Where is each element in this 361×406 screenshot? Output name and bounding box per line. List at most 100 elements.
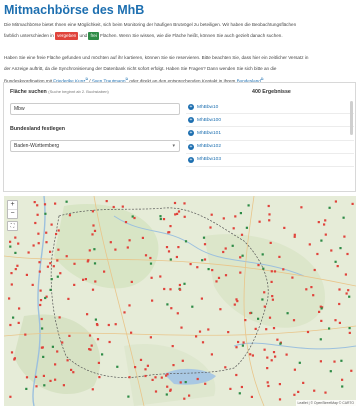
map-plot-marker[interactable] — [165, 246, 169, 249]
map-plot-marker[interactable] — [92, 224, 95, 227]
map-plot-marker[interactable] — [203, 243, 207, 246]
map-plot-marker[interactable] — [154, 390, 158, 393]
map-plot-marker[interactable] — [38, 270, 41, 273]
map-plot-marker[interactable] — [266, 367, 269, 370]
map-plot-marker[interactable] — [91, 210, 94, 213]
map-plot-marker[interactable] — [328, 206, 331, 209]
map-plot-marker[interactable] — [172, 364, 175, 367]
map-plot-marker[interactable] — [151, 299, 154, 302]
map-plot-marker[interactable] — [9, 245, 12, 248]
map-plot-marker[interactable] — [178, 283, 181, 287]
map-plot-marker[interactable] — [175, 255, 178, 259]
map-plot-marker[interactable] — [334, 319, 337, 322]
map-plot-marker[interactable] — [222, 250, 225, 254]
map-plot-marker[interactable] — [268, 219, 271, 222]
map-plot-marker[interactable] — [324, 391, 327, 394]
zoom-in-button[interactable]: + — [8, 201, 17, 210]
map-plot-marker[interactable] — [282, 268, 285, 271]
map-plot-marker[interactable] — [88, 249, 91, 252]
map-plot-marker[interactable] — [91, 288, 95, 291]
map-plot-marker[interactable] — [41, 327, 44, 330]
map-plot-marker[interactable] — [239, 271, 242, 274]
map-plot-marker[interactable] — [45, 231, 48, 234]
map-plot-marker[interactable] — [9, 240, 12, 243]
map-plot-marker[interactable] — [200, 297, 203, 300]
map-plot-marker[interactable] — [91, 388, 94, 391]
map-plot-marker[interactable] — [171, 345, 174, 348]
map-plot-marker[interactable] — [181, 359, 184, 362]
map-plot-marker[interactable] — [183, 282, 186, 285]
map-plot-marker[interactable] — [167, 250, 171, 253]
map-plot-marker[interactable] — [141, 236, 144, 239]
map-plot-marker[interactable] — [261, 298, 264, 301]
map-plot-marker[interactable] — [39, 299, 43, 302]
map-plot-marker[interactable] — [116, 365, 119, 368]
map-plot-marker[interactable] — [37, 232, 40, 235]
map-plot-marker[interactable] — [324, 233, 327, 236]
map-plot-marker[interactable] — [105, 200, 108, 203]
map-plot-marker[interactable] — [59, 272, 62, 275]
map-plot-marker[interactable] — [43, 384, 46, 387]
map-plot-marker[interactable] — [271, 298, 274, 301]
map-plot-marker[interactable] — [162, 218, 166, 221]
map-plot-marker[interactable] — [56, 275, 59, 278]
map-plot-marker[interactable] — [339, 247, 342, 250]
map-plot-marker[interactable] — [237, 340, 240, 344]
map-plot-marker[interactable] — [348, 327, 351, 330]
map-plot-marker[interactable] — [61, 341, 64, 344]
map-plot-marker[interactable] — [341, 385, 344, 388]
map-plot-marker[interactable] — [66, 359, 69, 362]
map-plot-marker[interactable] — [267, 204, 270, 208]
map-plot-marker[interactable] — [348, 295, 351, 298]
map-plot-marker[interactable] — [328, 327, 331, 330]
map-plot-marker[interactable] — [90, 344, 93, 347]
list-item[interactable]: + MhBbw102 — [186, 141, 354, 154]
map-plot-marker[interactable] — [72, 371, 75, 374]
map-plot-marker[interactable] — [179, 288, 182, 291]
map-plot-marker[interactable] — [344, 273, 347, 276]
map-plot-marker[interactable] — [159, 275, 162, 278]
map-plot-marker[interactable] — [257, 264, 260, 267]
map-plot-marker[interactable] — [176, 212, 179, 215]
map-plot-marker[interactable] — [215, 280, 218, 283]
map-plot-marker[interactable] — [39, 289, 42, 292]
map-plot-marker[interactable] — [278, 255, 281, 258]
map-plot-marker[interactable] — [272, 327, 276, 330]
map-plot-marker[interactable] — [317, 221, 320, 224]
map-plot-marker[interactable] — [278, 383, 281, 386]
map-plot-marker[interactable] — [222, 217, 225, 220]
map-plot-marker[interactable] — [320, 239, 323, 242]
map-plot-marker[interactable] — [250, 395, 253, 398]
map-plot-marker[interactable] — [241, 344, 244, 347]
map-plot-marker[interactable] — [173, 201, 177, 205]
map-plot-marker[interactable] — [96, 323, 99, 327]
map-plot-marker[interactable] — [342, 216, 345, 219]
map-plot-marker[interactable] — [42, 355, 45, 358]
map-plot-marker[interactable] — [93, 262, 97, 265]
map-plot-marker[interactable] — [25, 387, 28, 390]
map-plot-marker[interactable] — [149, 336, 152, 339]
map-plot-marker[interactable] — [130, 331, 133, 334]
map-plot-marker[interactable] — [151, 378, 154, 381]
map-plot-marker[interactable] — [323, 223, 326, 226]
map-plot-marker[interactable] — [73, 283, 76, 286]
map-plot-marker[interactable] — [346, 252, 349, 256]
map-plot-marker[interactable] — [338, 288, 341, 291]
map-plot-marker[interactable] — [235, 346, 238, 349]
map-plot-marker[interactable] — [166, 303, 169, 306]
map-plot-marker[interactable] — [268, 316, 272, 319]
map-plot-marker[interactable] — [16, 264, 19, 267]
map-plot-marker[interactable] — [146, 364, 149, 367]
map-plot-marker[interactable] — [169, 258, 172, 261]
map-plot-marker[interactable] — [336, 265, 339, 268]
map-plot-marker[interactable] — [202, 236, 206, 239]
map-plot-marker[interactable] — [10, 283, 13, 286]
map-plot-marker[interactable] — [191, 305, 194, 308]
map-plot-marker[interactable] — [274, 355, 277, 358]
map-plot-marker[interactable] — [305, 288, 308, 291]
map-plot-marker[interactable] — [313, 268, 316, 272]
map-plot-marker[interactable] — [50, 223, 53, 226]
map-plot-marker[interactable] — [134, 366, 137, 369]
map-view[interactable]: + − ⛶ Leaflet | © OpenStreetMap © CARTO — [4, 196, 356, 406]
map-plot-marker[interactable] — [270, 270, 273, 273]
